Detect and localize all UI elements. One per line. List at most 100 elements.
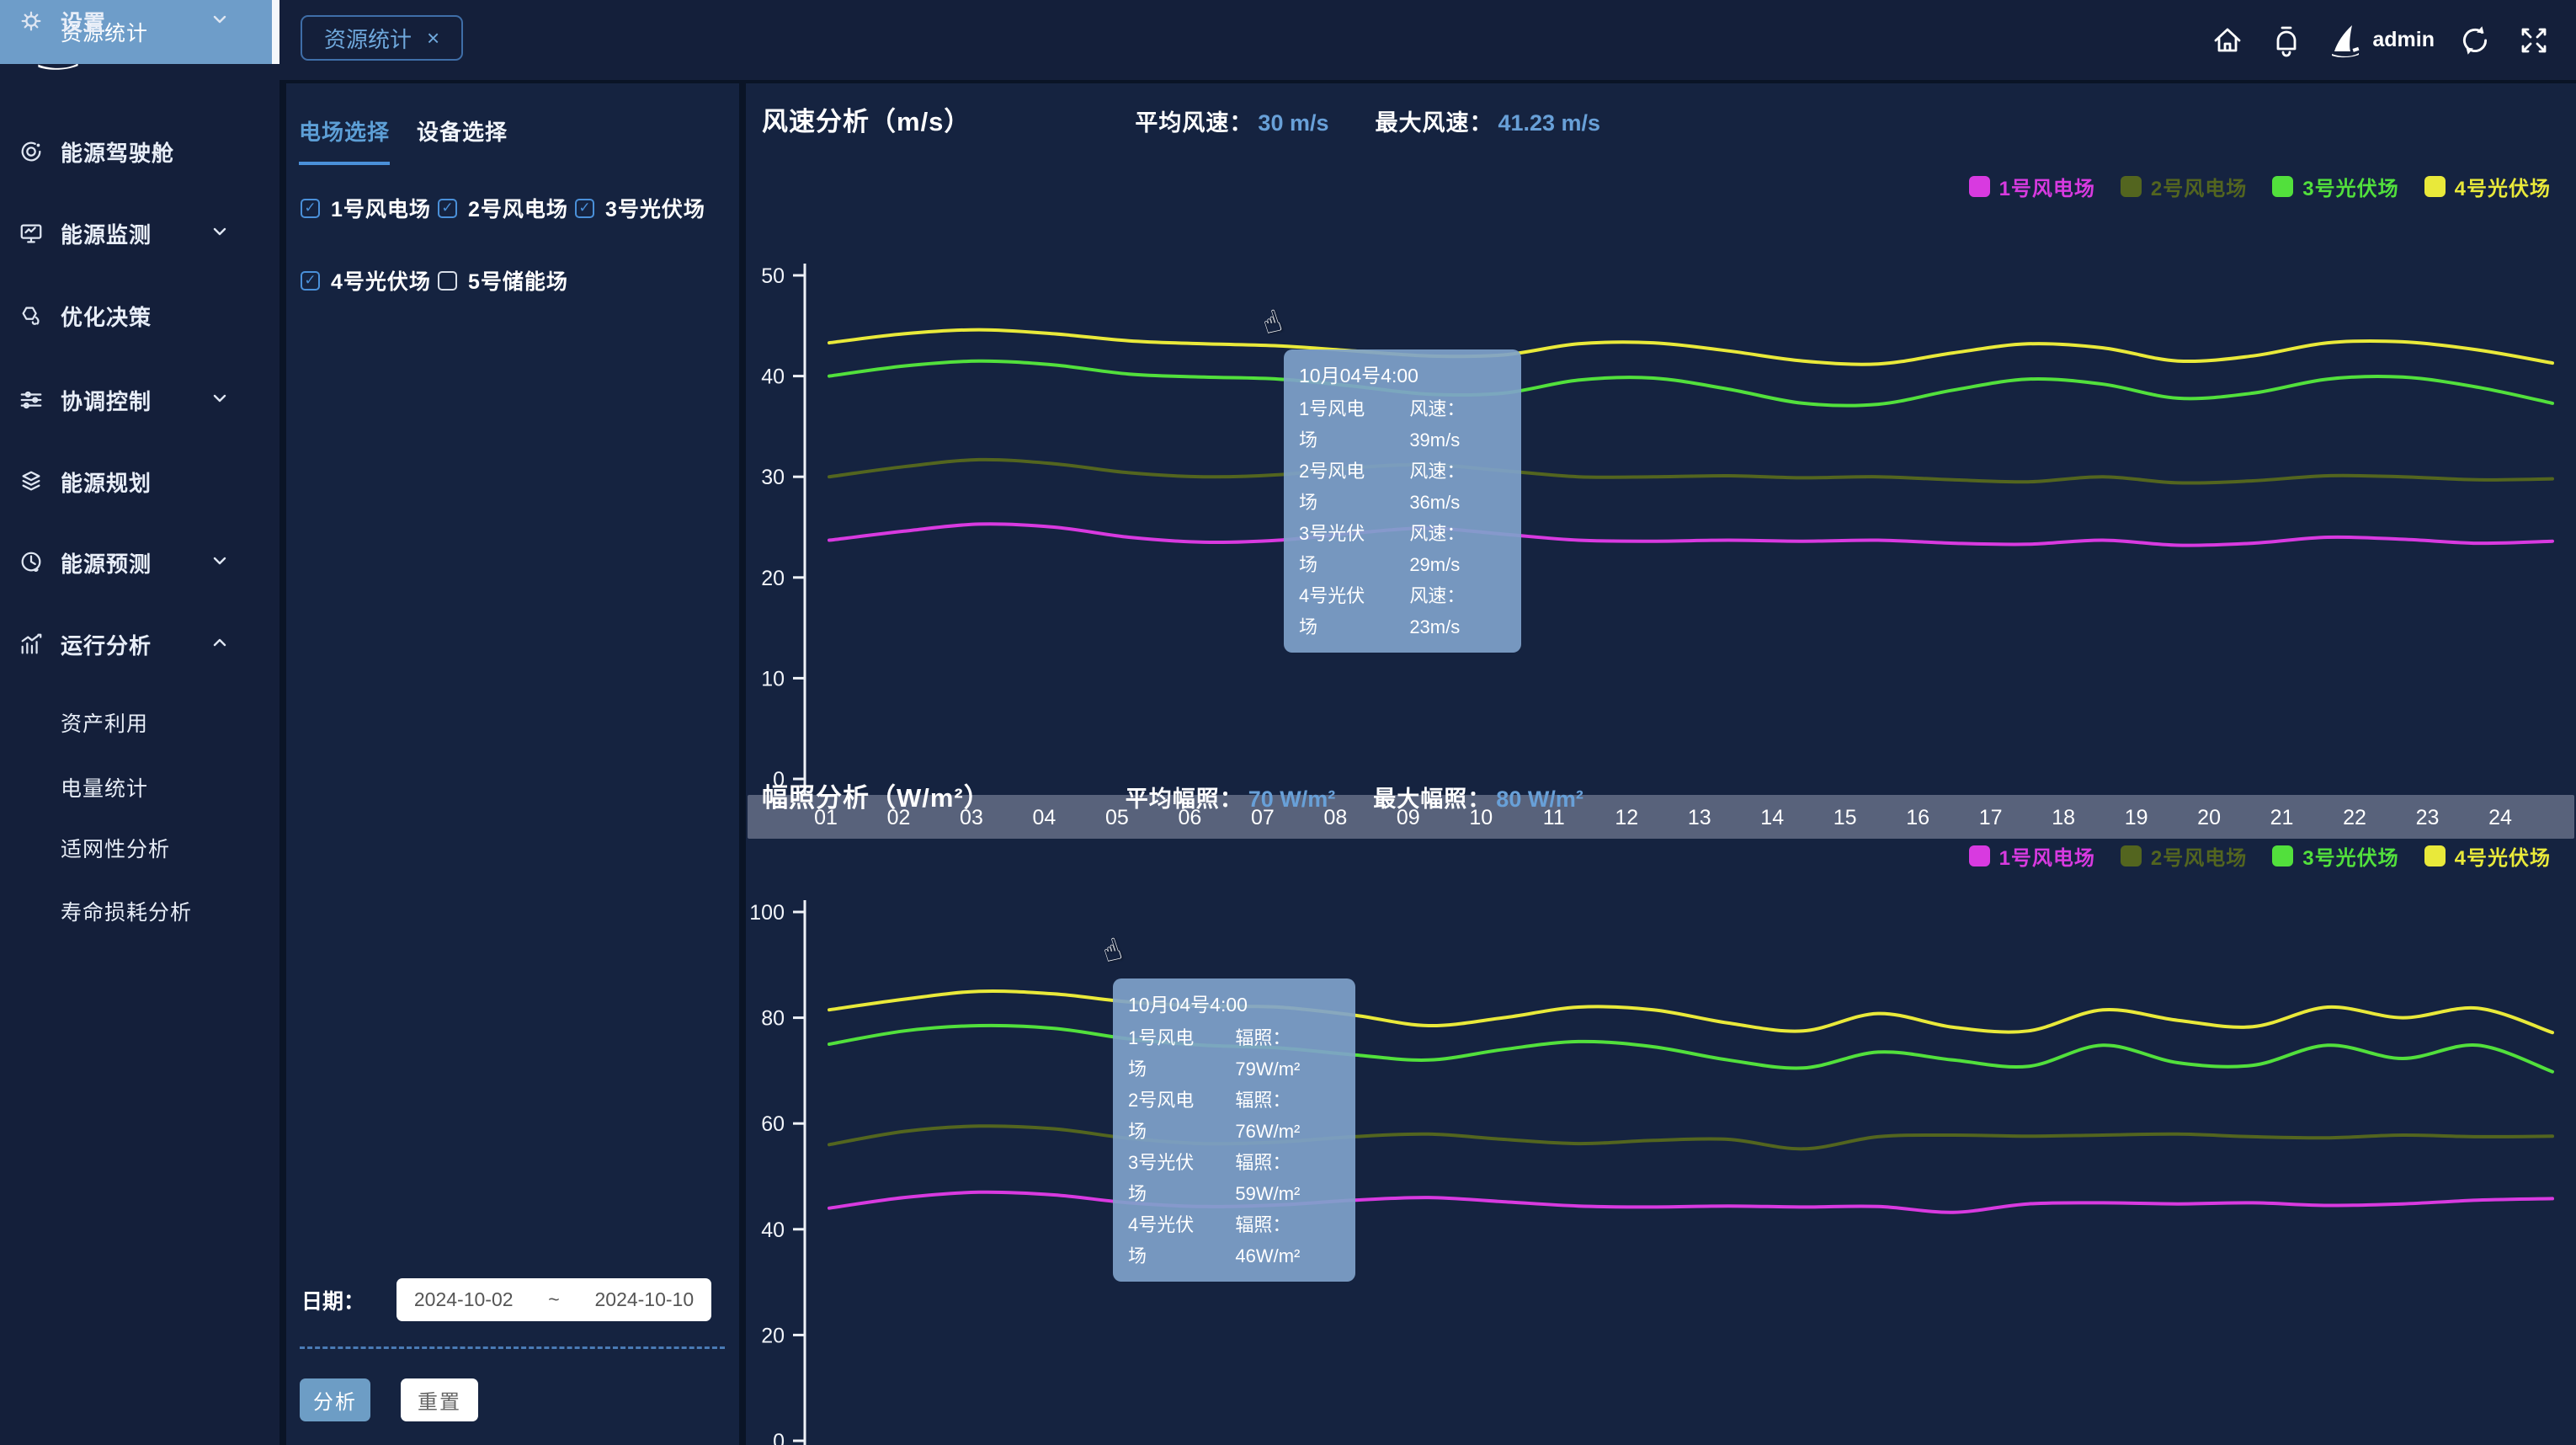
tooltip-series-name: 3号光伏场 <box>1128 1147 1201 1209</box>
sidebar-subitem-asset-utilization[interactable]: 资产利用 <box>0 691 279 754</box>
dashed-divider <box>300 1346 725 1349</box>
sidebar-item-operation-analysis[interactable]: 运行分析 <box>0 623 279 665</box>
date-range-input[interactable]: 2024-10-02 ~ 2024-10-10 <box>397 1278 711 1321</box>
legend-swatch <box>2272 845 2293 866</box>
wind-speed-chart[interactable]: 0102030405060708091011121314151617181920… <box>746 218 2576 841</box>
x-axis-label: 21 <box>2270 806 2294 829</box>
series-line-3号光伏场 <box>829 361 2552 406</box>
sidebar-subitem-energy-stats[interactable]: 电量统计 <box>0 755 279 819</box>
sidebar-subitem-life-loss[interactable]: 寿命损耗分析 <box>0 879 279 943</box>
refresh-icon[interactable] <box>2456 22 2494 59</box>
farm-label: 4号光伏场 <box>331 265 431 296</box>
tab-farm-selection[interactable]: 电场选择 <box>299 115 390 165</box>
date-row: 日期： 2024-10-02 ~ 2024-10-10 <box>301 1278 726 1321</box>
sidebar-item-label: 协调控制 <box>61 385 152 416</box>
sidebar-item-label: 运行分析 <box>61 629 152 660</box>
sidebar-item-optimization[interactable]: 优化决策 <box>0 295 279 337</box>
chevron-up-icon <box>209 632 231 658</box>
legend-swatch <box>2121 845 2142 866</box>
home-icon[interactable] <box>2209 22 2246 59</box>
legend-item-4号光伏场[interactable]: 4号光伏场 <box>2424 841 2551 871</box>
tooltip-series-name: 4号光伏场 <box>1299 580 1376 643</box>
series-line-4号光伏场 <box>829 330 2552 365</box>
x-axis-label: 15 <box>1834 806 1857 829</box>
series-line-1号风电场 <box>829 524 2552 545</box>
fullscreen-icon[interactable] <box>2515 22 2552 59</box>
x-axis-label: 20 <box>2197 806 2221 829</box>
checkbox-checked-icon[interactable]: ✓ <box>575 199 594 218</box>
legend-item-1号风电场[interactable]: 1号风电场 <box>1969 841 2095 871</box>
analyze-button[interactable]: 分析 <box>300 1378 370 1421</box>
x-axis-label: 18 <box>2052 806 2075 829</box>
app-root: 能源决策 能源驾驶舱 能源监测 <box>0 0 2576 1445</box>
filter-buttons: 分析 重置 <box>300 1378 478 1421</box>
wind-chart-title: 风速分析（m/s） <box>762 100 971 138</box>
chevron-down-icon <box>209 550 231 576</box>
checkbox-checked-icon[interactable]: ✓ <box>438 199 457 218</box>
gear-icon <box>19 8 44 35</box>
tooltip-row: 3号光伏场风速：29m/s <box>1299 518 1506 580</box>
tooltip-row: 4号光伏场辐照：46W/m² <box>1128 1209 1340 1272</box>
subitem-label: 资产利用 <box>61 707 148 738</box>
reset-button[interactable]: 重置 <box>401 1378 478 1421</box>
tab-device-selection[interactable]: 设备选择 <box>417 115 508 165</box>
tooltip-series-value: 风速：36m/s <box>1376 456 1506 518</box>
subitem-label: 适网性分析 <box>61 833 170 863</box>
legend-item-3号光伏场[interactable]: 3号光伏场 <box>2272 841 2398 871</box>
tooltip-series-value: 风速：23m/s <box>1376 580 1506 643</box>
bell-icon[interactable] <box>2268 22 2305 59</box>
tooltip-series-name: 1号风电场 <box>1299 393 1376 456</box>
legend-item-1号风电场[interactable]: 1号风电场 <box>1969 172 2095 201</box>
sidebar-item-forecast[interactable]: 能源预测 <box>0 541 279 584</box>
legend-label: 2号风电场 <box>2151 841 2247 871</box>
legend-item-2号风电场[interactable]: 2号风电场 <box>2121 841 2247 871</box>
tooltip-series-name: 4号光伏场 <box>1128 1209 1201 1272</box>
y-axis-label: 0 <box>773 1430 785 1445</box>
farm-checkbox-3[interactable]: ✓3号光伏场 <box>575 193 726 223</box>
farm-checkbox-1[interactable]: ✓1号风电场 <box>301 193 438 223</box>
tooltip-series-name: 2号风电场 <box>1299 456 1376 518</box>
wind-chart-legend: 1号风电场 2号风电场 3号光伏场 4号光伏场 <box>1969 172 2551 201</box>
date-end-value[interactable]: 2024-10-10 <box>594 1288 694 1311</box>
legend-swatch <box>2272 176 2293 197</box>
sidebar-subitem-grid-adaptability[interactable]: 适网性分析 <box>0 816 279 880</box>
analysis-icon <box>19 631 44 658</box>
checkbox-unchecked-icon[interactable]: ✓ <box>438 271 457 291</box>
tooltip-row: 2号风电场辐照：76W/m² <box>1128 1085 1340 1147</box>
irradiance-chart[interactable]: 10.110.210.310.410.510.610.7020406080100 <box>746 890 2576 1445</box>
open-tab-resource-stats[interactable]: 资源统计 × <box>301 15 463 61</box>
username[interactable]: admin <box>2372 28 2435 52</box>
monitor-icon <box>19 220 44 247</box>
y-axis-label: 20 <box>761 567 785 590</box>
tooltip-series-value: 辐照：79W/m² <box>1201 1022 1340 1085</box>
checkbox-checked-icon[interactable]: ✓ <box>301 271 320 291</box>
date-start-value[interactable]: 2024-10-02 <box>414 1288 514 1311</box>
irradiance-chart-title: 幅照分析（W/m²） <box>762 776 991 814</box>
x-axis-label: 17 <box>1979 806 2003 829</box>
sidebar-item-coordination[interactable]: 协调控制 <box>0 379 279 421</box>
tooltip-row: 1号风电场辐照：79W/m² <box>1128 1022 1340 1085</box>
avatar-logo[interactable] <box>2327 22 2364 59</box>
farm-checkbox-2[interactable]: ✓2号风电场 <box>438 193 575 223</box>
chevron-down-icon <box>209 8 231 35</box>
tooltip-series-name: 3号光伏场 <box>1299 518 1376 580</box>
x-axis-label: 23 <box>2416 806 2440 829</box>
sidebar-item-label: 优化决策 <box>61 301 152 332</box>
close-icon[interactable]: × <box>427 25 439 51</box>
sidebar-item-settings[interactable]: 设置 <box>0 0 279 42</box>
farm-checkbox-5[interactable]: ✓5号储能场 <box>438 265 575 296</box>
x-axis-label: 24 <box>2488 806 2512 829</box>
sidebar-item-monitoring[interactable]: 能源监测 <box>0 212 279 254</box>
legend-item-2号风电场[interactable]: 2号风电场 <box>2121 172 2247 201</box>
legend-item-3号光伏场[interactable]: 3号光伏场 <box>2272 172 2398 201</box>
sidebar-item-label: 能源驾驶舱 <box>61 136 174 168</box>
subitem-label: 电量统计 <box>61 772 148 802</box>
legend-item-4号光伏场[interactable]: 4号光伏场 <box>2424 172 2551 201</box>
checkbox-checked-icon[interactable]: ✓ <box>301 199 320 218</box>
sidebar-item-planning[interactable]: 能源规划 <box>0 461 279 503</box>
series-line-3号光伏场 <box>829 1026 2552 1072</box>
farm-checkbox-4[interactable]: ✓ 4号光伏场 <box>301 265 438 296</box>
clock-icon <box>19 549 44 576</box>
sidebar-item-dashboard[interactable]: 能源驾驶舱 <box>0 131 279 173</box>
tooltip-row: 1号风电场风速：39m/s <box>1299 393 1506 456</box>
